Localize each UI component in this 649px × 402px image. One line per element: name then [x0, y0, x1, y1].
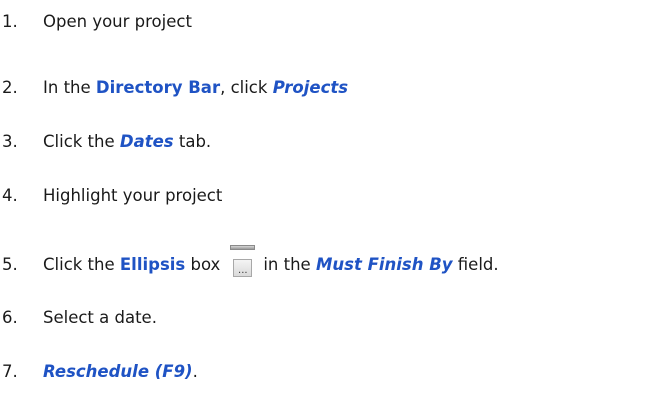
- step-text: In the Directory Bar, click Projects: [43, 73, 348, 103]
- step-text-plain: , click: [220, 78, 273, 97]
- step-text-plain: In the: [43, 78, 96, 97]
- step-text-plain: in the: [263, 255, 316, 274]
- step-text-plain: Click the: [43, 255, 120, 274]
- field-bar-graphic: [230, 245, 256, 250]
- ellipsis-button-icon: ...: [230, 245, 256, 280]
- step-text-plain: .: [192, 362, 198, 381]
- ellipsis-button-label: ...: [238, 265, 248, 276]
- step-text: Click the Ellipsis box... in the Must Fin…: [43, 245, 499, 280]
- step-text: Reschedule (F9).: [43, 357, 198, 387]
- directory-bar-term: Directory Bar: [95, 78, 221, 97]
- step-number: 6.: [2, 308, 18, 327]
- step-text-plain: tab.: [173, 132, 212, 151]
- step-number: 5.: [2, 255, 18, 274]
- ellipsis-button-graphic: ...: [233, 259, 253, 277]
- step-number: 2.: [2, 78, 18, 97]
- reschedule-term: Reschedule (F9): [43, 362, 193, 381]
- step-text-plain: box: [185, 255, 221, 274]
- must-finish-by-term: Must Finish By: [315, 255, 453, 274]
- step-text: Highlight your project: [43, 181, 222, 211]
- step-text-plain: Select a date.: [43, 308, 157, 327]
- ellipsis-term: Ellipsis: [119, 255, 186, 274]
- step-text: Open your project: [43, 7, 192, 37]
- step-text-plain: Highlight your project: [43, 186, 223, 205]
- projects-term: Projects: [272, 78, 349, 97]
- step-number: 7.: [2, 362, 18, 381]
- step-text-plain: Open your project: [43, 12, 192, 31]
- step-number: 1.: [2, 12, 18, 31]
- step-text: Click the Dates tab.: [43, 127, 211, 157]
- step-number: 3.: [2, 132, 18, 151]
- step-text: Select a date.: [43, 303, 157, 333]
- step-text-plain: Click the: [43, 132, 120, 151]
- step-number: 4.: [2, 186, 18, 205]
- step-text-plain: field.: [452, 255, 499, 274]
- instruction-list: 1. Open your project 2. In the Directory…: [0, 0, 649, 402]
- dates-term: Dates: [119, 132, 174, 151]
